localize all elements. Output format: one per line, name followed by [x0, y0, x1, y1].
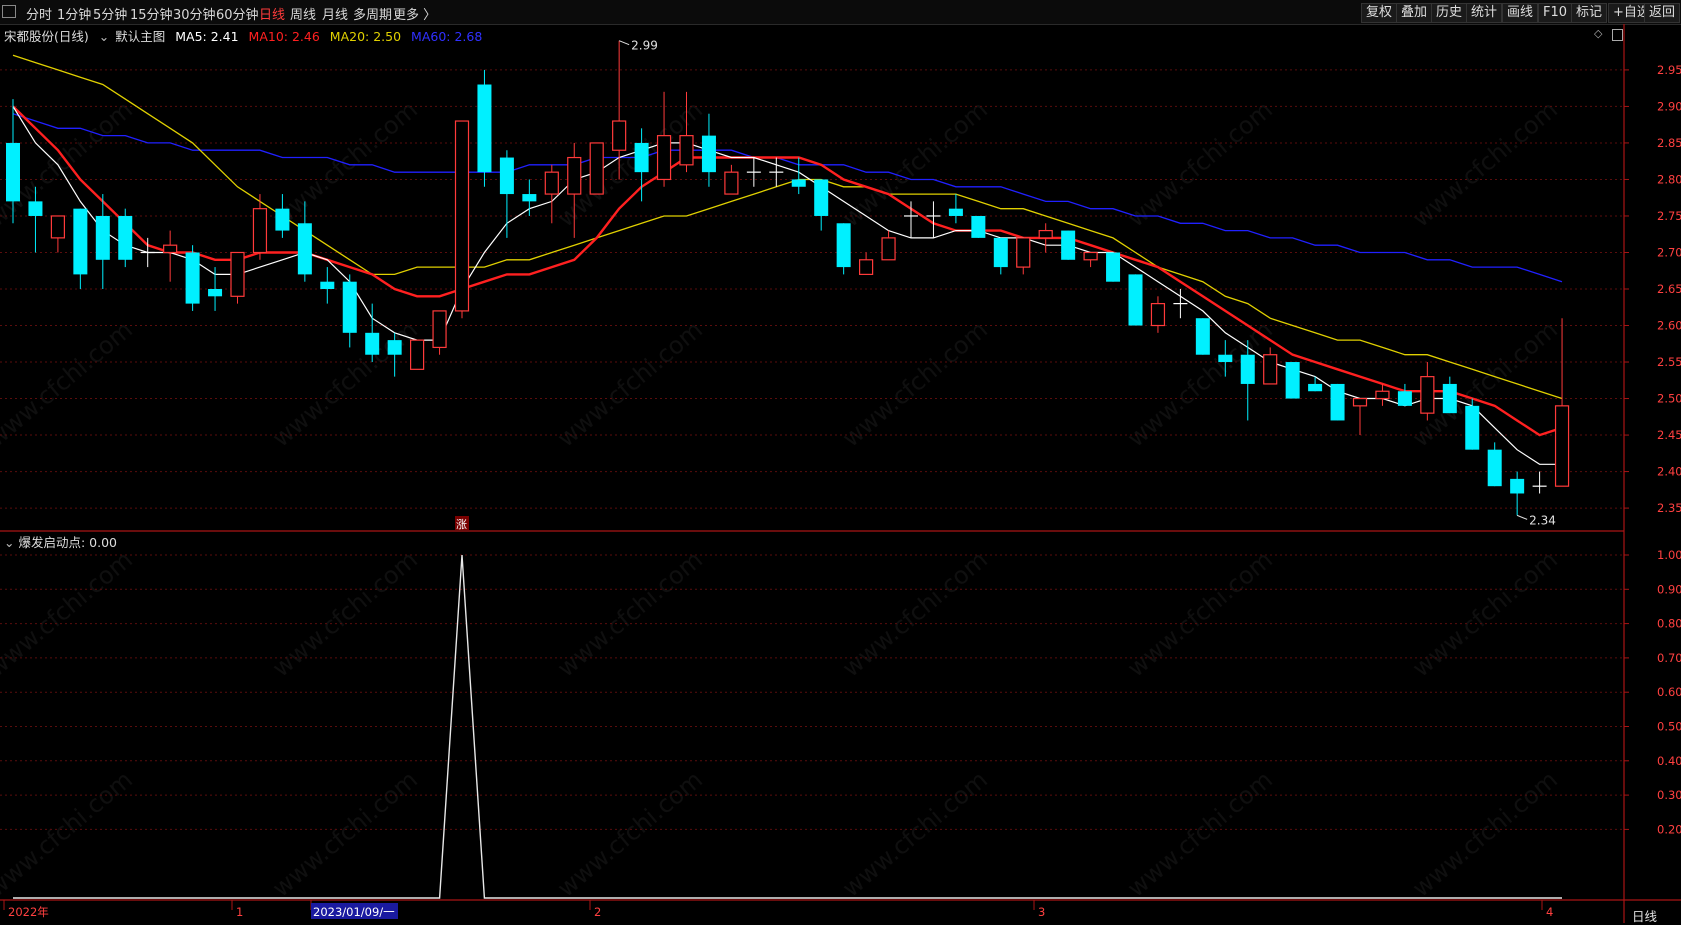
candle-body[interactable] [656, 135, 672, 181]
time-label: 4 [1546, 905, 1553, 919]
candle-body[interactable] [28, 201, 43, 216]
candle-body[interactable] [163, 244, 178, 254]
candle-body[interactable] [612, 120, 627, 151]
candle-body[interactable] [185, 252, 200, 304]
low-label: 2.34 [1529, 513, 1556, 527]
candle-body[interactable] [1442, 383, 1457, 414]
time-label: 2022年 [8, 905, 49, 919]
price-tick-label: 2.80 [1657, 172, 1681, 186]
indicator-tick-label: 1.00 [1657, 548, 1681, 562]
candle-body[interactable] [1510, 478, 1525, 494]
price-tick-label: 2.90 [1657, 99, 1681, 113]
candle-body[interactable] [634, 142, 649, 173]
price-tick-label: 2.65 [1657, 282, 1681, 296]
candle-body[interactable] [499, 157, 514, 195]
candle-body[interactable] [454, 120, 470, 312]
price-tick-label: 2.60 [1657, 319, 1681, 333]
price-tick-label: 2.35 [1657, 501, 1681, 515]
candle-body[interactable] [1150, 303, 1166, 327]
candle-body[interactable] [858, 259, 874, 275]
candle-body[interactable] [410, 339, 425, 370]
candle-body[interactable] [320, 281, 335, 289]
candle-body[interactable] [95, 215, 110, 260]
price-tick-label: 2.70 [1657, 245, 1681, 259]
time-label: 3 [1038, 905, 1045, 919]
candle-body[interactable] [387, 340, 402, 355]
candle-body[interactable] [881, 237, 896, 261]
price-tick-label: 2.75 [1657, 209, 1681, 223]
candle-body[interactable] [1487, 449, 1502, 487]
candle-body[interactable] [948, 208, 963, 216]
price-tick-label: 2.95 [1657, 63, 1681, 77]
candle-body[interactable] [1554, 405, 1570, 487]
chart-canvas[interactable]: 2.35 2.40 2.45 2.50 2.55 2.60 2.65 2.70 2.75 2.80… [0, 0, 1681, 923]
candle-body[interactable] [118, 215, 133, 260]
candle-body[interactable] [1061, 230, 1076, 260]
candle-body[interactable] [1263, 354, 1278, 385]
candle-body[interactable] [1195, 318, 1210, 355]
price-tick-label: 2.85 [1657, 136, 1681, 150]
ma5-line [12, 106, 1562, 465]
candle-body[interactable] [1106, 252, 1121, 282]
candle-body[interactable] [230, 251, 245, 297]
candle-body[interactable] [1083, 251, 1098, 261]
candle-body[interactable] [297, 223, 312, 275]
high-label: 2.99 [631, 39, 658, 53]
candle-body[interactable] [342, 281, 357, 333]
candle-body[interactable] [1038, 229, 1053, 239]
indicator-tick-label: 0.40 [1657, 754, 1681, 768]
candle-body[interactable] [1420, 376, 1435, 414]
candle-body[interactable] [567, 156, 582, 195]
candle-body[interactable] [50, 215, 66, 239]
candle-body[interactable] [275, 208, 290, 231]
time-label: 1 [236, 905, 243, 919]
high-pointer [618, 40, 630, 46]
candle-body[interactable] [1285, 362, 1300, 399]
candle-body[interactable] [432, 310, 447, 349]
price-tick-label: 2.55 [1657, 355, 1681, 369]
candle-body[interactable] [791, 179, 806, 187]
indicator-tick-label: 0.50 [1657, 720, 1681, 734]
indicator-tick-label: 0.80 [1657, 617, 1681, 631]
time-label: 2 [594, 905, 601, 919]
candle-body[interactable] [1128, 274, 1143, 326]
low-pointer [1516, 514, 1528, 520]
indicator-tick-label: 0.20 [1657, 822, 1681, 836]
candle-body[interactable] [814, 179, 829, 216]
candle-body[interactable] [993, 237, 1008, 268]
time-label: 2023/01/09/一 [313, 905, 395, 919]
candle-body[interactable] [477, 84, 492, 173]
candle-body[interactable] [1397, 391, 1412, 406]
candle-body[interactable] [1218, 354, 1233, 363]
candle-body[interactable] [252, 208, 268, 254]
candle-body[interactable] [1375, 390, 1390, 400]
indicator-tick-label: 0.30 [1657, 788, 1681, 802]
candle-body[interactable] [1465, 405, 1480, 450]
candle-body[interactable] [836, 223, 851, 268]
candle-body[interactable] [544, 171, 559, 195]
candle-body[interactable] [6, 142, 20, 202]
candle-body[interactable] [1016, 237, 1031, 268]
candle-body[interactable] [1330, 383, 1345, 421]
indicator-tick-label: 0.70 [1657, 651, 1681, 665]
indicator-tick-label: 0.90 [1657, 582, 1681, 596]
price-tick-label: 2.40 [1657, 465, 1681, 479]
timeframe-tag[interactable]: 日线 [1632, 906, 1657, 925]
price-tick-label: 2.50 [1657, 392, 1681, 406]
price-tick-label: 2.45 [1657, 428, 1681, 442]
candle-body[interactable] [208, 289, 223, 297]
candle-body[interactable] [971, 215, 986, 238]
indicator-tick-label: 0.60 [1657, 685, 1681, 699]
candle-body[interactable] [365, 332, 380, 355]
candle-body[interactable] [589, 142, 604, 195]
candle-body[interactable] [724, 171, 739, 195]
candle-body[interactable] [522, 194, 537, 202]
candle-body[interactable] [1240, 354, 1255, 384]
candle-body[interactable] [679, 135, 694, 166]
candle-body[interactable] [1352, 397, 1368, 407]
candle-body[interactable] [73, 208, 88, 275]
signal-tag: 涨 [456, 518, 467, 531]
candle-body[interactable] [1308, 383, 1323, 392]
candle-body[interactable] [701, 135, 716, 173]
